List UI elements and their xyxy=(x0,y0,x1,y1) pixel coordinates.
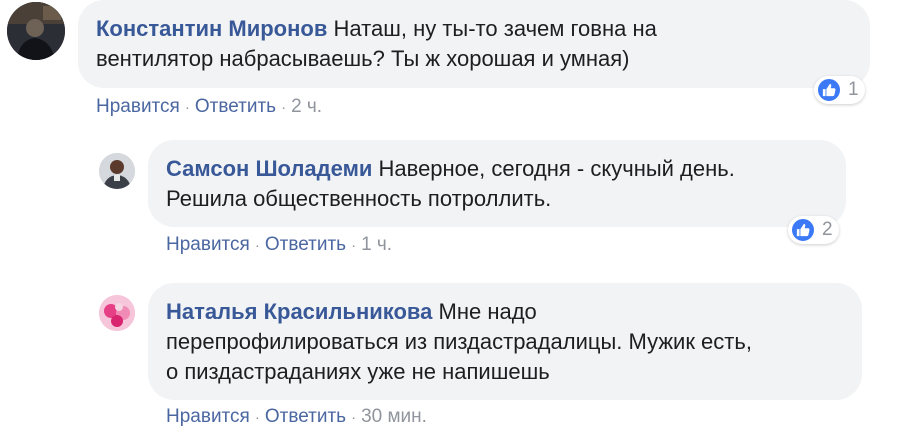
separator-dot: · xyxy=(184,99,190,116)
reaction-summary[interactable]: 1 xyxy=(814,76,865,104)
comment-text: Наташ, ну ты-то зачем говна на xyxy=(333,16,657,41)
comment-text: Мне надо xyxy=(438,299,537,324)
like-link[interactable]: Нравится xyxy=(96,96,180,117)
comment-timestamp[interactable]: 30 мин. xyxy=(361,406,427,427)
comment-bubble: Наталья Красильникова Мне надо перепрофи… xyxy=(148,283,862,400)
like-link[interactable]: Нравится xyxy=(166,234,250,255)
avatar[interactable] xyxy=(99,295,135,331)
separator-dot: · xyxy=(254,237,260,254)
reaction-count: 1 xyxy=(848,79,859,100)
comment-bubble: Самсон Шоладеми Наверное, сегодня - скуч… xyxy=(148,140,846,227)
comment-text: вентилятор набрасываешь? Ты ж хорошая и … xyxy=(96,46,630,71)
like-icon xyxy=(816,77,842,103)
reply-link[interactable]: Ответить xyxy=(195,96,276,117)
avatar-photo xyxy=(99,295,135,331)
comment-thread: Константин Миронов Наташ, ну ты-то зачем… xyxy=(0,0,905,433)
separator-dot: · xyxy=(351,237,357,254)
avatar[interactable] xyxy=(99,153,135,189)
reply-link[interactable]: Ответить xyxy=(265,406,346,427)
comment-2: Самсон Шоладеми Наверное, сегодня - скуч… xyxy=(0,140,905,270)
comment-actions: Нравится · Ответить · 2 ч. xyxy=(96,96,322,119)
comment-text: Наверное, сегодня - скучный день. xyxy=(378,156,735,181)
comment-actions: Нравится · Ответить · 30 мин. xyxy=(166,406,427,429)
separator-dot: · xyxy=(281,99,287,116)
separator-dot: · xyxy=(254,409,260,426)
comment-text: о пиздастраданиях уже не напишешь xyxy=(166,359,550,384)
reply-link[interactable]: Ответить xyxy=(265,234,346,255)
comment-1: Константин Миронов Наташ, ну ты-то зачем… xyxy=(0,0,905,130)
comment-actions: Нравится · Ответить · 1 ч. xyxy=(166,234,392,257)
avatar-photo xyxy=(7,2,65,60)
avatar-photo xyxy=(99,153,135,189)
comment-line: Самсон Шоладеми Наверное, сегодня - скуч… xyxy=(166,154,828,184)
comment-timestamp[interactable]: 2 ч. xyxy=(291,96,322,117)
comment-author[interactable]: Наталья Красильникова xyxy=(166,299,432,324)
comment-author[interactable]: Константин Миронов xyxy=(96,16,327,41)
comment-text: перепрофилироваться из пиздастрадалицы. … xyxy=(166,329,752,354)
reaction-summary[interactable]: 2 xyxy=(788,216,839,244)
comment-author[interactable]: Самсон Шоладеми xyxy=(166,156,372,181)
like-icon xyxy=(790,217,816,243)
comment-timestamp[interactable]: 1 ч. xyxy=(361,234,392,255)
comment-line: Константин Миронов Наташ, ну ты-то зачем… xyxy=(96,14,852,44)
separator-dot: · xyxy=(351,409,357,426)
comment-3: Наталья Красильникова Мне надо перепрофи… xyxy=(0,283,905,433)
comment-bubble: Константин Миронов Наташ, ну ты-то зачем… xyxy=(78,0,870,88)
comment-text: Решила общественность потроллить. xyxy=(166,186,552,211)
comment-line: Наталья Красильникова Мне надо xyxy=(166,297,844,327)
reaction-count: 2 xyxy=(822,219,833,240)
like-link[interactable]: Нравится xyxy=(166,406,250,427)
avatar[interactable] xyxy=(7,2,65,60)
